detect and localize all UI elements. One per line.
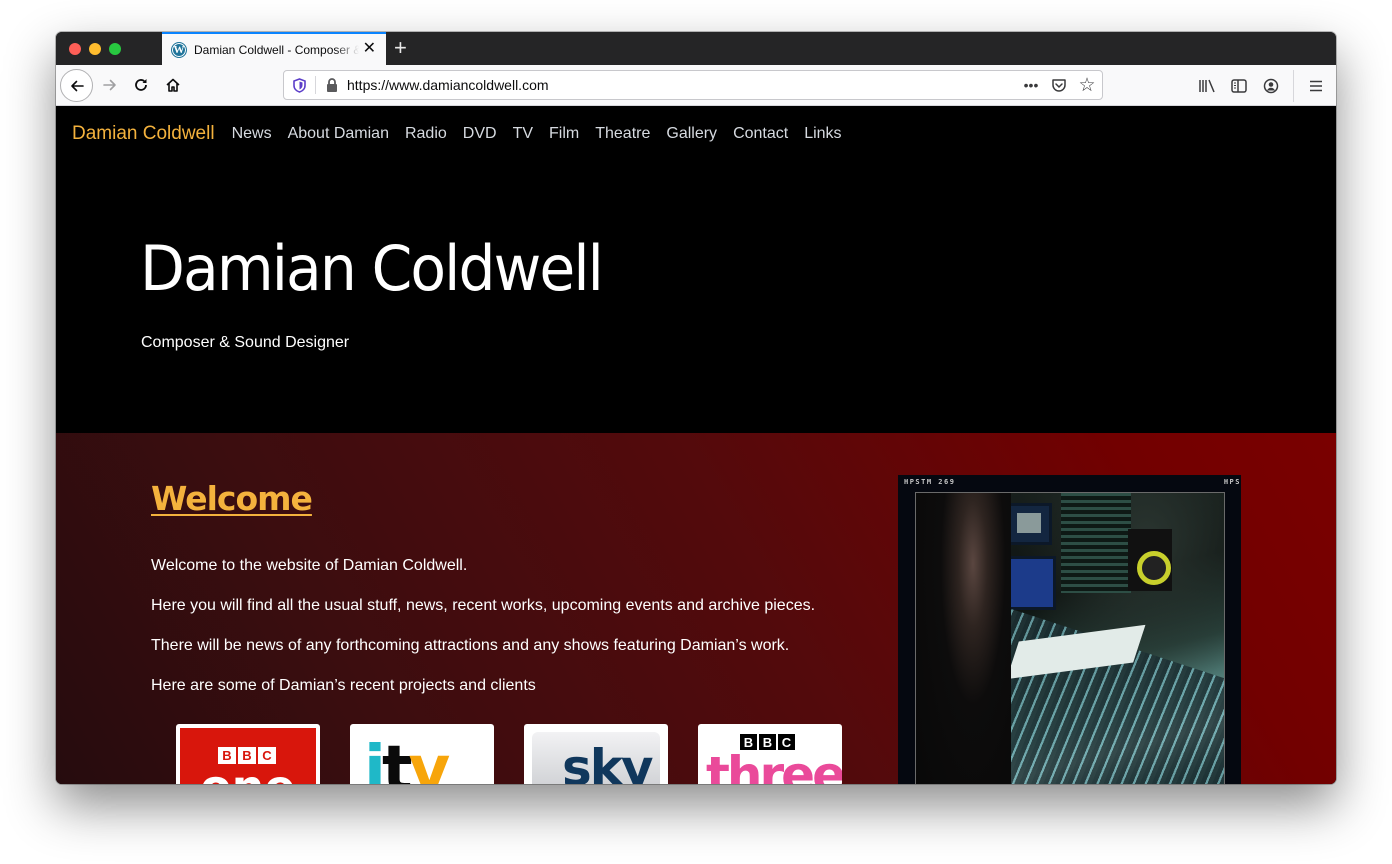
- welcome-section: Welcome Welcome to the website of Damian…: [56, 433, 1336, 784]
- client-logos: B B C one itv sky: [176, 724, 842, 784]
- address-bar[interactable]: https://www.damiancoldwell.com ••• ☆: [283, 70, 1103, 100]
- client-logo-sky[interactable]: sky: [524, 724, 668, 784]
- close-tab-icon[interactable]: ✕: [363, 41, 376, 57]
- welcome-paragraph: Here are some of Damian’s recent project…: [151, 677, 536, 694]
- wall-picture: [1006, 503, 1052, 545]
- browser-window: W Damian Coldwell - Composer & Sound Des…: [56, 32, 1336, 784]
- client-logo-bbc-one[interactable]: B B C one: [176, 724, 320, 784]
- photo-caption-right: HPS: [1223, 478, 1241, 486]
- sky-badge: sky: [532, 732, 660, 784]
- toolbar-right: [1191, 65, 1336, 106]
- window-controls: [69, 43, 121, 55]
- minimize-window-button[interactable]: [89, 43, 101, 55]
- forward-button[interactable]: [96, 71, 124, 99]
- nav-item-gallery[interactable]: Gallery: [666, 125, 717, 143]
- tab-title: Damian Coldwell - Composer & Sound Desig…: [194, 42, 359, 57]
- bbc-three-word: three: [706, 746, 842, 784]
- wall-picture: [1008, 556, 1056, 610]
- back-button[interactable]: [60, 69, 93, 102]
- wordpress-icon: W: [171, 41, 187, 58]
- photo-caption-left: HPSTM 269: [904, 478, 956, 486]
- nav-item-contact[interactable]: Contact: [733, 125, 788, 143]
- address-bar-divider: [315, 76, 316, 94]
- account-icon[interactable]: [1255, 72, 1287, 100]
- menu-icon[interactable]: [1300, 72, 1332, 100]
- nav-item-tv[interactable]: TV: [513, 125, 533, 143]
- library-icon[interactable]: [1191, 72, 1223, 100]
- nav-item-radio[interactable]: Radio: [405, 125, 447, 143]
- bbc-one-word: one: [200, 764, 296, 784]
- welcome-paragraph: There will be news of any forthcoming at…: [151, 637, 790, 654]
- site-brand-link[interactable]: Damian Coldwell: [72, 123, 215, 145]
- studio-photo: HPSTM 269 HPS: [898, 475, 1241, 784]
- new-tab-button[interactable]: +: [394, 36, 407, 60]
- person-silhouette: [916, 493, 1011, 784]
- toolbar-divider: [1293, 69, 1294, 102]
- itv-wordmark: itv: [364, 738, 450, 784]
- photo-image: [915, 492, 1225, 784]
- lock-icon[interactable]: [325, 78, 339, 92]
- client-logo-bbc-three[interactable]: B B C three: [698, 724, 842, 784]
- close-window-button[interactable]: [69, 43, 81, 55]
- itv-letter-v: v: [408, 733, 451, 784]
- home-icon: [166, 78, 180, 92]
- forward-arrow-icon: [103, 79, 116, 91]
- back-arrow-icon: [70, 80, 84, 91]
- pocket-icon[interactable]: [1050, 74, 1068, 96]
- navigation-toolbar: https://www.damiancoldwell.com ••• ☆: [56, 65, 1336, 106]
- nav-item-dvd[interactable]: DVD: [463, 125, 497, 143]
- web-page: Damian Coldwell News About Damian Radio …: [56, 106, 1336, 784]
- tracking-shield-icon[interactable]: [292, 77, 306, 93]
- reload-icon: [135, 79, 147, 91]
- nav-item-film[interactable]: Film: [549, 125, 579, 143]
- hero-section: Damian Coldwell Composer & Sound Designe…: [56, 162, 1336, 433]
- nav-item-links[interactable]: Links: [804, 125, 841, 143]
- sky-wordmark: sky: [562, 739, 654, 784]
- hero-title: Damian Coldwell: [140, 232, 604, 305]
- tab-strip: W Damian Coldwell - Composer & Sound Des…: [56, 32, 1336, 65]
- reload-button[interactable]: [127, 71, 155, 99]
- mixing-console: [986, 600, 1224, 784]
- welcome-paragraph: Here you will find all the usual stuff, …: [151, 597, 816, 614]
- maximize-window-button[interactable]: [109, 43, 121, 55]
- welcome-heading[interactable]: Welcome: [151, 479, 313, 518]
- browser-tab-active[interactable]: W Damian Coldwell - Composer & Sound Des…: [162, 32, 386, 65]
- nav-item-about[interactable]: About Damian: [288, 125, 389, 143]
- acoustic-panel: [1061, 493, 1131, 593]
- welcome-paragraph: Welcome to the website of Damian Coldwel…: [151, 557, 468, 574]
- nav-item-theatre[interactable]: Theatre: [595, 125, 650, 143]
- page-actions-button[interactable]: •••: [1022, 74, 1040, 96]
- sidebar-icon[interactable]: [1223, 72, 1255, 100]
- nav-item-news[interactable]: News: [232, 125, 272, 143]
- bookmark-star-icon[interactable]: ☆: [1078, 74, 1096, 96]
- itv-letter-t: t: [381, 733, 413, 784]
- url-text[interactable]: https://www.damiancoldwell.com: [347, 77, 549, 93]
- client-logo-itv[interactable]: itv: [350, 724, 494, 784]
- address-bar-actions: ••• ☆: [1022, 74, 1096, 96]
- itv-letter-i: i: [364, 733, 386, 784]
- home-button[interactable]: [159, 71, 187, 99]
- hero-subtitle: Composer & Sound Designer: [141, 334, 350, 351]
- site-navbar: Damian Coldwell News About Damian Radio …: [56, 106, 1336, 162]
- studio-monitor-speaker: [1128, 529, 1172, 591]
